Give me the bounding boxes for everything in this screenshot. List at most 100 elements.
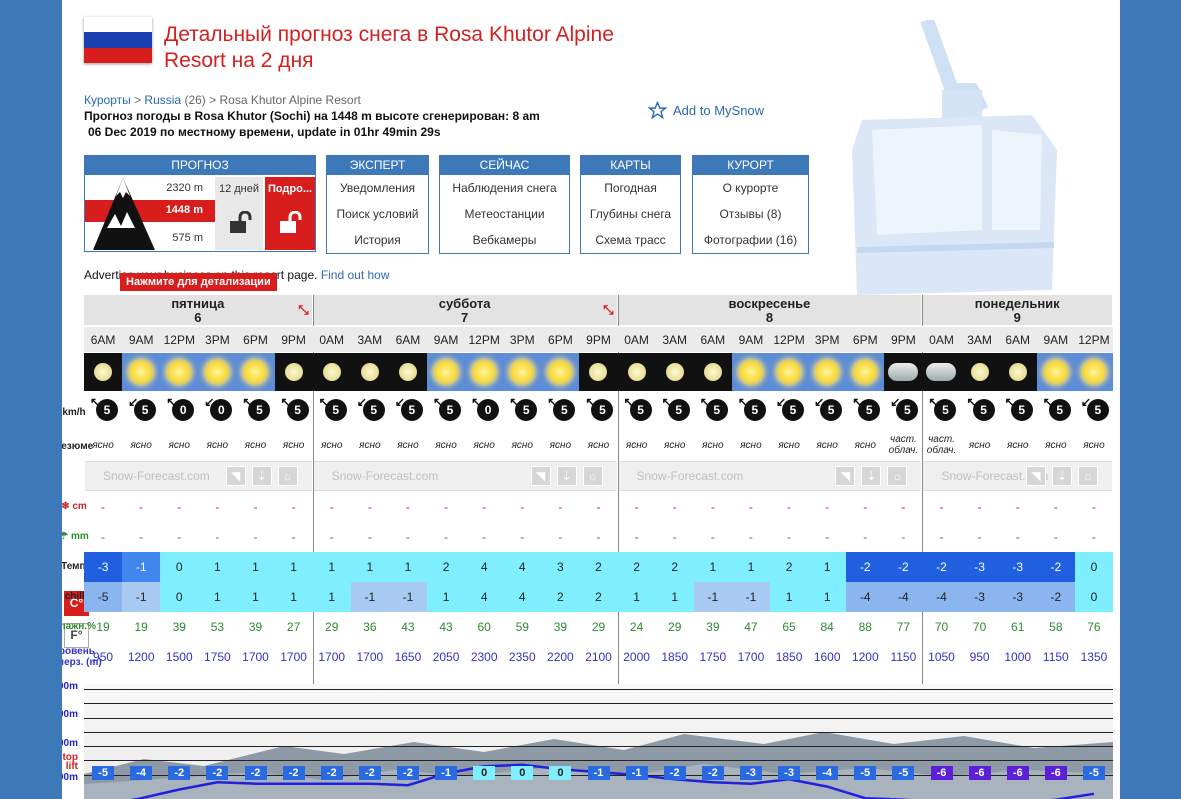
nav-photos-link[interactable]: Фотографии (16) (693, 227, 808, 253)
rain-icon: ☂ (62, 531, 69, 542)
advert-link[interactable]: Find out how (321, 268, 390, 282)
share-icon[interactable]: ◥ (835, 466, 856, 486)
day-header[interactable]: суббота 7 ⤡ (312, 295, 618, 325)
sun-settings-icon[interactable]: ☼ (887, 466, 908, 486)
nav-weather-map-link[interactable]: Погодная (581, 175, 680, 201)
download-icon[interactable]: ⇣ (251, 466, 272, 486)
day-number: 7 (460, 310, 469, 325)
humidity-cell: 59 (515, 620, 529, 634)
summary-cell: ясно (473, 439, 495, 451)
freeze-level-cell: 2050 (432, 650, 460, 664)
sky-cell (579, 353, 618, 391)
time-slot: 3PM (198, 326, 237, 352)
breadcrumb-resorts-link[interactable]: Курорты (84, 93, 131, 107)
wind-cell: ↖ 5 (579, 391, 617, 429)
time-slot: 9AM (731, 326, 770, 352)
chill-cell: -1 (693, 582, 732, 612)
elev-top[interactable]: 2320 m (166, 182, 203, 194)
nav-history-link[interactable]: История (327, 227, 428, 253)
summary-cell: ясно (778, 439, 800, 451)
temp-cell: 1 (236, 552, 275, 582)
temp-cell: -3 (84, 552, 123, 582)
humidity-cell: 58 (1049, 620, 1063, 634)
wind-speed: 5 (96, 399, 118, 421)
wind-speed: 5 (667, 399, 690, 421)
chill-cell: 1 (312, 582, 351, 612)
nav-alerts-link[interactable]: Уведомления (327, 175, 428, 201)
share-icon[interactable]: ◥ (225, 466, 246, 486)
nav-snow-depth-link[interactable]: Глубины снега (581, 201, 680, 227)
elev-bot[interactable]: 575 m (172, 232, 203, 244)
top-lift-temp: -6 (968, 766, 991, 780)
temp-cell: 1 (274, 552, 313, 582)
sky-cell (884, 353, 923, 391)
nav-about-link[interactable]: О курорте (693, 175, 808, 201)
time-slot: 6PM (541, 326, 580, 352)
sky-cell (236, 353, 275, 391)
mountain-elevation-picker[interactable]: 2320 m 1448 m 575 m (85, 176, 215, 252)
nav-webcams-link[interactable]: Вебкамеры (440, 227, 569, 253)
time-slot: 0AM (312, 326, 351, 352)
time-slot: 0AM (617, 326, 656, 352)
download-icon[interactable]: ⇣ (556, 466, 577, 486)
snow-cell: - (901, 500, 906, 514)
wind-speed: 5 (134, 399, 157, 421)
day-header[interactable]: воскресенье 8 (617, 295, 923, 325)
nav-snow-reports-link[interactable]: Наблюдения снега (440, 175, 569, 201)
expand-icon[interactable]: ⤡ (298, 303, 308, 317)
top-lift-temp: -5 (1082, 766, 1105, 780)
humidity-cell: 88 (858, 620, 872, 634)
freeze-level-cell: 2000 (623, 650, 650, 664)
sun-settings-icon[interactable]: ☼ (1077, 466, 1098, 486)
humidity-cell: 65 (782, 620, 796, 634)
alt-5000-label: 5000m (62, 681, 78, 692)
time-slot: 12PM (465, 326, 504, 352)
top-lift-temp: -4 (816, 766, 839, 780)
summary-cell: ясно (854, 439, 876, 451)
brand-strip: Snow-Forecast.com ◥ ⇣ ☼ (313, 461, 617, 491)
days12-button[interactable]: 12 дней (215, 177, 263, 250)
mountain-icon (93, 178, 155, 250)
breadcrumb-country-link[interactable]: Russia (144, 93, 181, 107)
add-mysnow-button[interactable]: Add to MySnow (648, 101, 764, 120)
sun-settings-icon[interactable]: ☼ (582, 466, 603, 486)
sky-cell (1036, 353, 1075, 391)
moon-icon (322, 363, 341, 381)
nav-piste-map-link[interactable]: Схема трасс (581, 227, 680, 253)
breadcrumb-resort: Rosa Khutor Alpine Resort (219, 93, 361, 107)
day-header[interactable]: понедельник 9 (922, 295, 1113, 325)
detail-button[interactable]: Подро... (265, 177, 315, 250)
snow-cell: - (558, 500, 563, 514)
rain-cell: - (253, 530, 258, 544)
nav-search-conditions-link[interactable]: Поиск условий (327, 201, 428, 227)
summary-cell: ясно (92, 439, 114, 451)
forecast-info: Прогноз погоды в Rosa Khutor (Sochi) на … (84, 108, 574, 140)
freeze-level-cell: 1700 (356, 650, 384, 664)
rain-cell: - (1053, 530, 1058, 544)
share-icon[interactable]: ◥ (530, 466, 551, 486)
temp-cell: 3 (541, 552, 580, 582)
download-icon[interactable]: ⇣ (1051, 466, 1072, 486)
sun-icon (549, 361, 572, 383)
cloud-moon-icon (888, 363, 919, 381)
day-header[interactable]: пятница 6 ⤡ (84, 295, 313, 325)
summary-cell: ясно (1045, 439, 1067, 451)
share-icon[interactable]: ◥ (1025, 466, 1046, 486)
chill-cell: 2 (579, 582, 618, 612)
summary-cell: ясно (816, 439, 838, 451)
nav-reviews-link[interactable]: Отзывы (8) (693, 201, 808, 227)
freeze-level-cell: 1050 (928, 650, 955, 664)
expand-icon[interactable]: ⤡ (603, 303, 613, 317)
maps-nav-header: КАРТЫ (581, 156, 680, 175)
sky-cell (198, 353, 237, 391)
temp-cell: 1 (198, 552, 237, 582)
temp-cell: 2 (579, 552, 618, 582)
temp-cell: 2 (617, 552, 656, 582)
elev-mid[interactable]: 1448 m (166, 204, 203, 216)
freeze-level-cell: 2300 (470, 650, 498, 664)
nav-weather-stations-link[interactable]: Метеостанции (440, 201, 569, 227)
sun-settings-icon[interactable]: ☼ (277, 466, 298, 486)
temp-cell: -2 (846, 552, 885, 582)
download-icon[interactable]: ⇣ (861, 466, 882, 486)
summary-cell: ясно (244, 439, 267, 451)
